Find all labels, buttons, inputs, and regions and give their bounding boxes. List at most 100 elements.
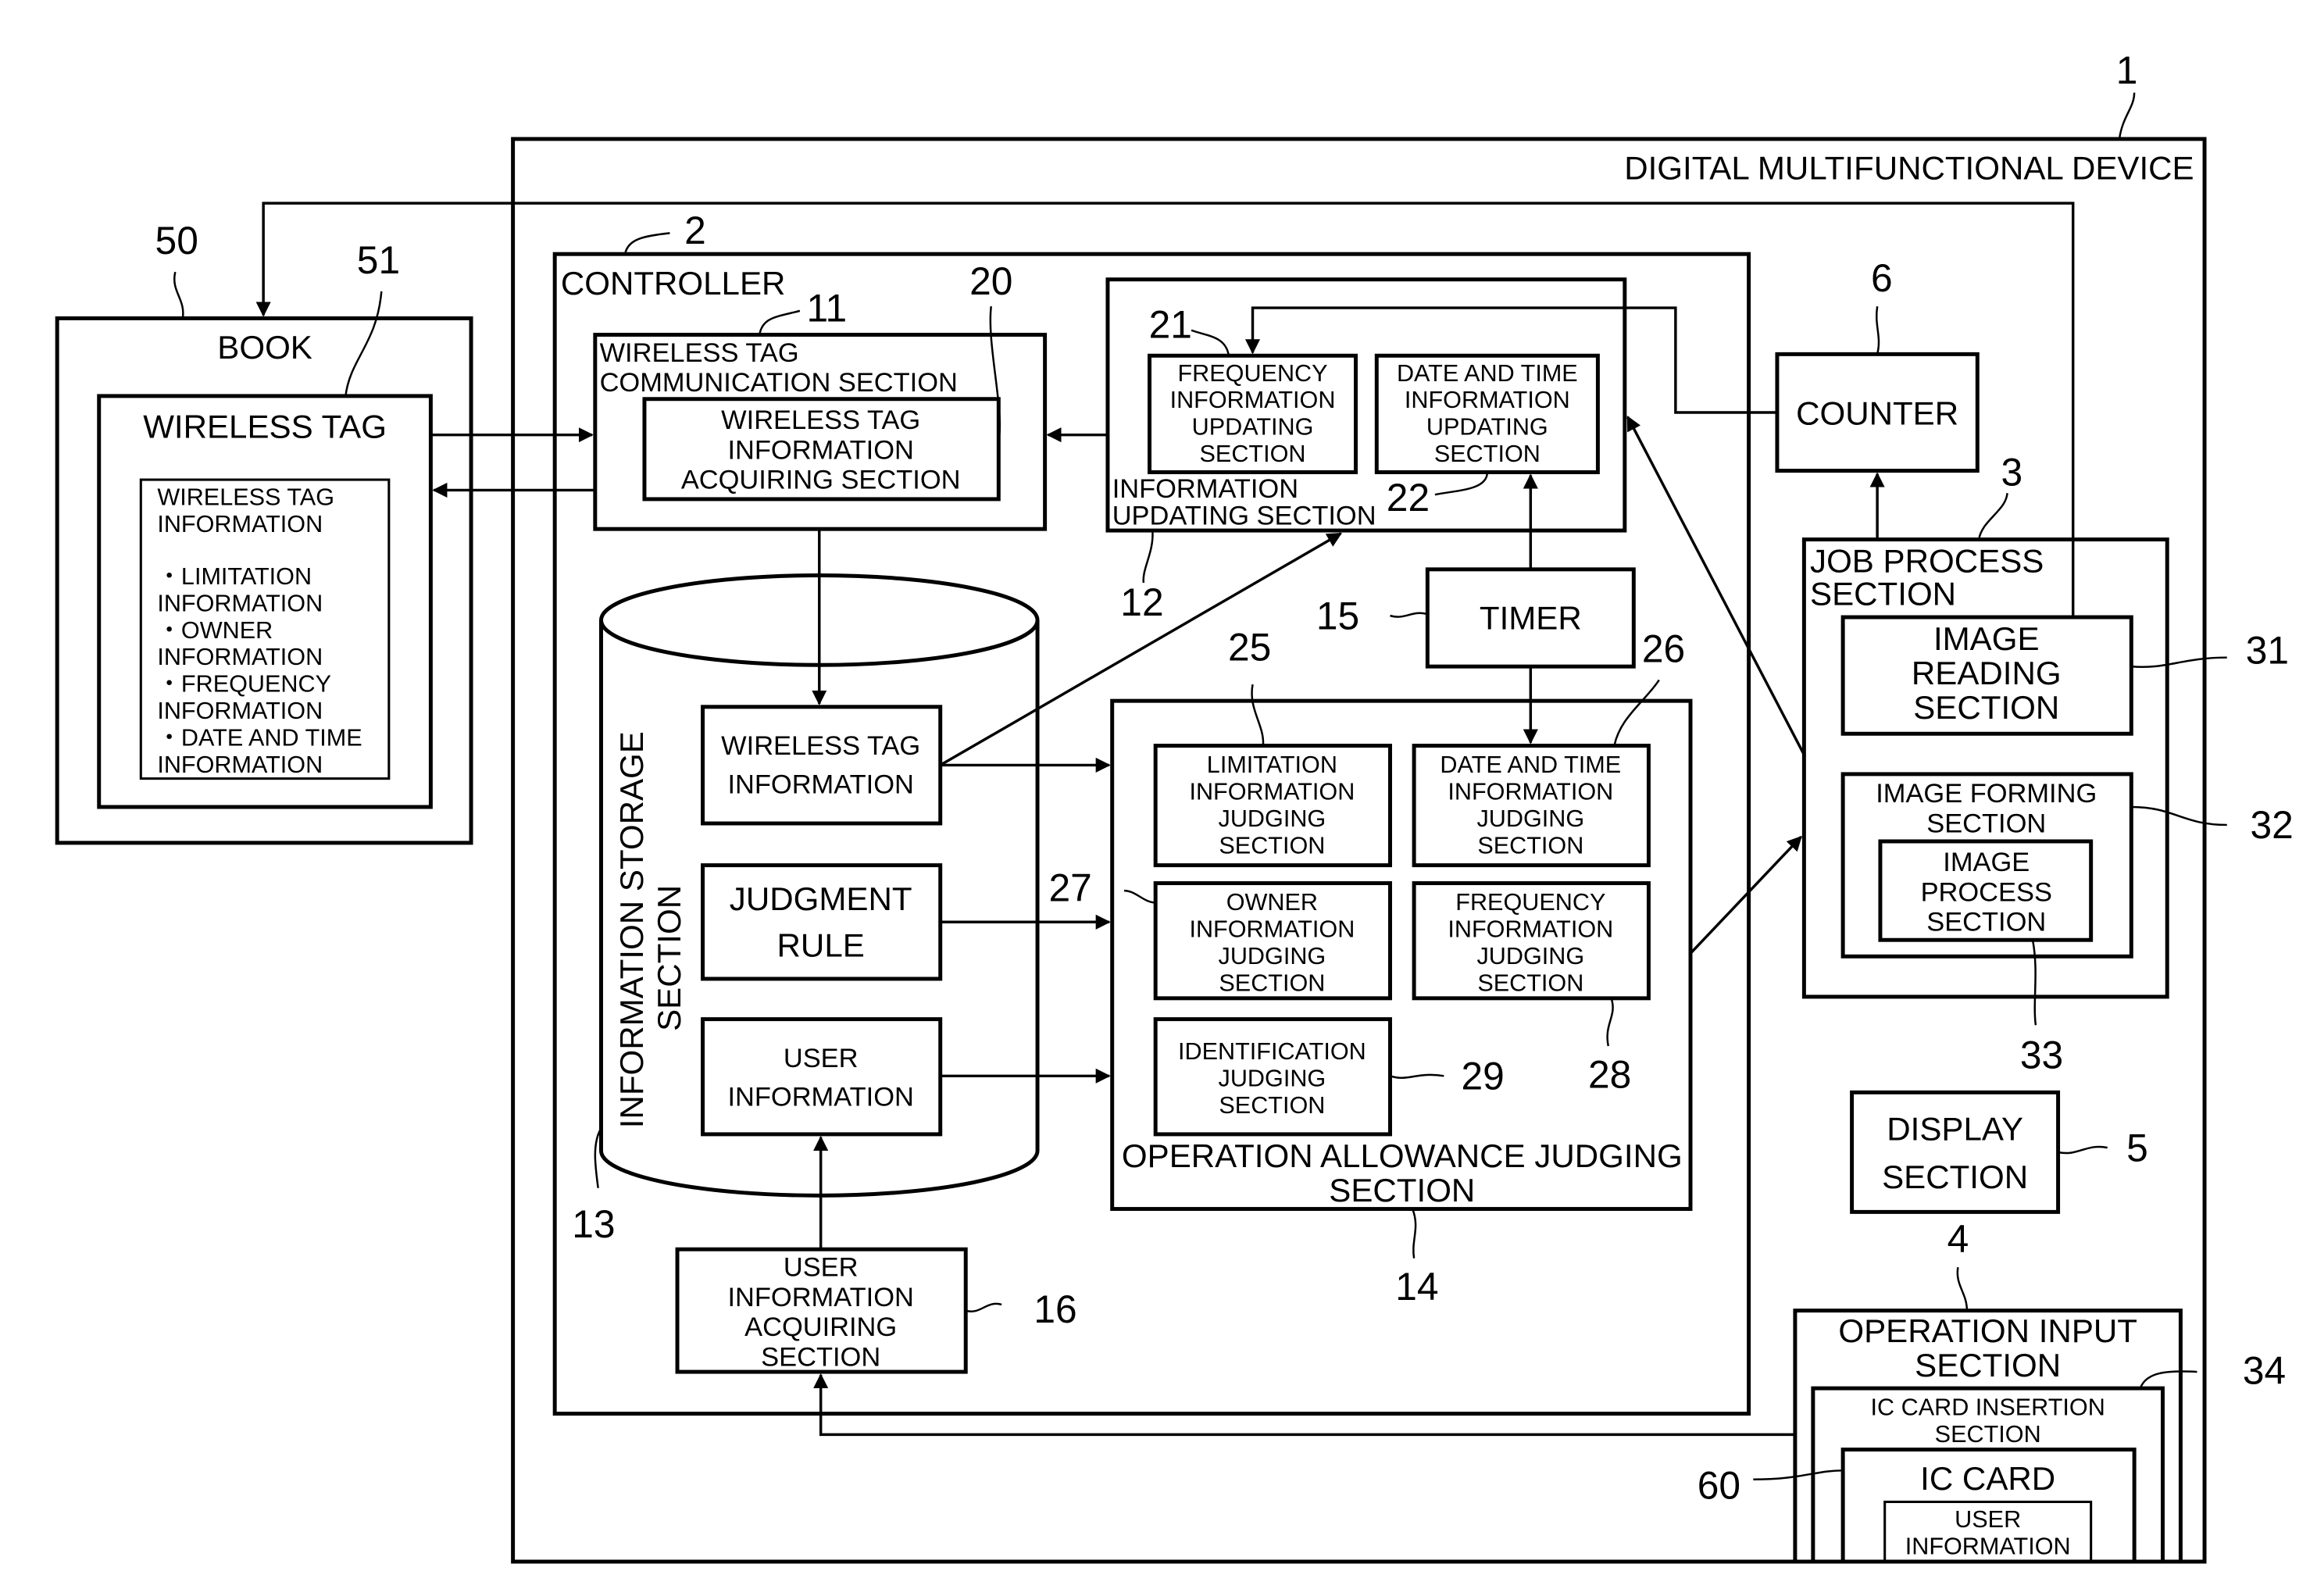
- storage-user-information: USER INFORMATION: [701, 1017, 943, 1137]
- stored-item-line: INFORMATION: [727, 1083, 913, 1112]
- oaj-label-line: OPERATION ALLOWANCE JUDGING: [1122, 1137, 1683, 1174]
- ref-5: 5: [2126, 1126, 2148, 1169]
- job-label-line: JOB PROCESS: [1810, 543, 2044, 580]
- dtj-label-line: INFORMATION: [1448, 778, 1613, 805]
- ref-4: 4: [1947, 1217, 1969, 1261]
- ref-3: 3: [2001, 451, 2022, 495]
- oi-label-line: OPERATION INPUT: [1838, 1312, 2137, 1349]
- job-label-line: SECTION: [1810, 576, 1956, 612]
- fiu-label-line: INFORMATION: [1170, 387, 1336, 413]
- counter-label: COUNTER: [1796, 395, 1958, 431]
- image-reading-section: IMAGE READING SECTION 31: [1840, 615, 2289, 736]
- uia-label-line: SECTION: [761, 1342, 880, 1372]
- ips-label-line: IMAGE: [1943, 848, 2030, 877]
- ref-26: 26: [1642, 627, 1685, 670]
- fij-label-line: INFORMATION: [1448, 916, 1613, 942]
- storage-label-line: INFORMATION STORAGE: [613, 731, 650, 1128]
- idj-label-line: JUDGING: [1219, 1066, 1326, 1092]
- ifs-label-line: IMAGE FORMING: [1876, 779, 2097, 809]
- oij-label-line: SECTION: [1219, 969, 1325, 996]
- ref-31: 31: [2246, 628, 2289, 672]
- stored-item-line: JUDGMENT: [730, 880, 912, 917]
- oaj-label-line: SECTION: [1329, 1172, 1475, 1209]
- fij-label-line: SECTION: [1477, 969, 1583, 996]
- uia-label-line: USER: [784, 1253, 859, 1283]
- information-storage-section: INFORMATION STORAGE SECTION 13 WIRELESS …: [572, 573, 1040, 1246]
- irs-label-line: READING: [1912, 655, 2062, 691]
- display-label-line: DISPLAY: [1887, 1111, 2023, 1148]
- operation-allowance-judging-section: OPERATION ALLOWANCE JUDGING SECTION 14 L…: [1048, 626, 1693, 1309]
- icu-label-line: USER: [1955, 1506, 2021, 1533]
- lij-label-line: SECTION: [1219, 832, 1325, 859]
- ici-label-line: SECTION: [1935, 1421, 2041, 1448]
- block-diagram: DIGITAL MULTIFUNCTIONAL DEVICE 1 BOOK 50…: [55, 48, 2294, 1564]
- ref-28: 28: [1588, 1053, 1631, 1097]
- tag-info-line: INFORMATION: [157, 511, 323, 537]
- dtu-label-line: DATE AND TIME: [1397, 360, 1578, 387]
- idj-label-line: IDENTIFICATION: [1178, 1038, 1366, 1065]
- wireless-tag-title: WIRELESS TAG: [143, 408, 387, 445]
- irs-label-line: SECTION: [1913, 689, 2059, 726]
- ref-1: 1: [2116, 48, 2138, 92]
- tag-info-line: ・OWNER: [157, 617, 273, 644]
- tag-info-line: INFORMATION: [157, 698, 323, 724]
- ifs-label-line: SECTION: [1926, 809, 2046, 838]
- ref-6: 6: [1871, 256, 1893, 300]
- timer-label: TIMER: [1480, 599, 1582, 636]
- storage-label-line: SECTION: [651, 885, 687, 1031]
- ref-12: 12: [1120, 580, 1163, 624]
- ref-2: 2: [684, 209, 706, 252]
- dtj-label-line: DATE AND TIME: [1440, 752, 1621, 778]
- comm-label-line: WIRELESS TAG: [600, 338, 799, 368]
- display-label-line: SECTION: [1882, 1159, 2028, 1195]
- ref-27: 27: [1048, 866, 1091, 909]
- ref-15: 15: [1316, 594, 1359, 637]
- storage-judgment-rule: JUDGMENT RULE: [701, 863, 943, 981]
- fiu-label-line: SECTION: [1200, 441, 1306, 467]
- upd-label-line: UPDATING SECTION: [1112, 501, 1376, 530]
- comm-label-line: COMMUNICATION SECTION: [600, 368, 958, 398]
- ici-label-line: IC CARD INSERTION: [1871, 1394, 2105, 1421]
- ref-50: 50: [155, 219, 198, 262]
- ref-60: 60: [1698, 1464, 1740, 1508]
- idj-label-line: SECTION: [1219, 1092, 1325, 1119]
- stored-item-line: INFORMATION: [727, 770, 913, 800]
- acq-label-line: WIRELESS TAG: [721, 405, 920, 435]
- lij-label-line: INFORMATION: [1189, 778, 1355, 805]
- lij-label-line: JUDGING: [1219, 805, 1326, 832]
- storage-wireless-tag-information: WIRELESS TAG INFORMATION: [701, 705, 943, 826]
- oij-label-line: JUDGING: [1219, 943, 1326, 969]
- ref-32: 32: [2250, 803, 2293, 847]
- oi-label-line: SECTION: [1915, 1347, 2061, 1384]
- ref-13: 13: [572, 1202, 615, 1246]
- job-process-section: JOB PROCESS SECTION 3 IMAGE READING SECT…: [1801, 451, 2294, 1077]
- fiu-label-line: FREQUENCY: [1177, 360, 1327, 387]
- device-title: DIGITAL MULTIFUNCTIONAL DEVICE: [1624, 150, 2194, 187]
- oij-label-line: INFORMATION: [1189, 916, 1355, 942]
- acq-label-line: ACQUIRING SECTION: [681, 466, 961, 495]
- acq-label-line: INFORMATION: [727, 435, 913, 465]
- dtj-label-line: SECTION: [1477, 832, 1583, 859]
- tag-info-line: ・LIMITATION: [157, 563, 312, 590]
- ref-20: 20: [969, 259, 1012, 303]
- ref-25: 25: [1228, 626, 1271, 669]
- ref-22: 22: [1387, 476, 1430, 520]
- tag-info-line: WIRELESS TAG: [157, 484, 334, 511]
- ref-29: 29: [1461, 1055, 1504, 1098]
- ips-label-line: SECTION: [1926, 908, 2046, 937]
- tag-info-line: INFORMATION: [157, 590, 323, 616]
- controller-title: CONTROLLER: [561, 265, 786, 302]
- ref-33: 33: [2020, 1034, 2063, 1077]
- stored-item-line: WIRELESS TAG: [721, 731, 920, 761]
- tag-info-line: INFORMATION: [157, 752, 323, 778]
- stored-item-line: RULE: [777, 927, 865, 963]
- uia-label-line: INFORMATION: [727, 1283, 913, 1312]
- fij-label-line: FREQUENCY: [1455, 889, 1605, 916]
- ref-21: 21: [1149, 302, 1192, 346]
- irs-label-line: IMAGE: [1933, 620, 2040, 657]
- ref-14: 14: [1395, 1265, 1438, 1309]
- oij-label-line: OWNER: [1226, 889, 1318, 916]
- ic-card-label: IC CARD: [1920, 1460, 2055, 1497]
- dtu-label-line: SECTION: [1434, 441, 1541, 467]
- tag-info-line: ・FREQUENCY: [157, 671, 331, 698]
